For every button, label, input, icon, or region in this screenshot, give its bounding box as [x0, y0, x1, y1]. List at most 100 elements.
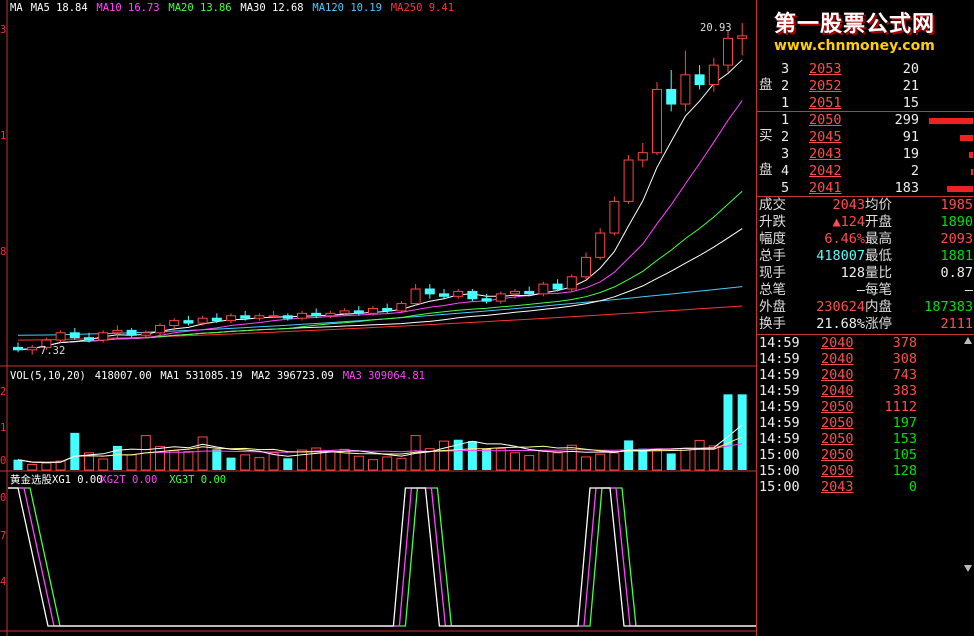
- candle: [623, 155, 634, 204]
- candle-body: [240, 315, 251, 319]
- scroll-down-arrow[interactable]: [964, 565, 972, 572]
- bid-level: 3: [781, 146, 790, 162]
- candle-body: [69, 332, 80, 339]
- candle-body: [126, 329, 137, 336]
- candle: [737, 23, 748, 56]
- candle-body: [453, 290, 464, 297]
- stat-label: 内盘: [865, 299, 892, 315]
- tick-row: 15:00 2043 0: [757, 479, 974, 496]
- tick-row: 14:59 2040 383: [757, 383, 974, 400]
- candle: [680, 50, 691, 112]
- stat-value: 2093: [940, 231, 973, 247]
- stat-label: 换手: [759, 316, 786, 332]
- candle-body: [637, 152, 648, 161]
- tick-time: 14:59: [759, 367, 800, 383]
- tick-volume: 383: [892, 383, 917, 399]
- candle: [439, 288, 449, 299]
- volume-bar: [155, 446, 165, 471]
- ma10-line: [17, 100, 743, 351]
- tick-time: 14:59: [759, 431, 800, 447]
- scroll-up-arrow[interactable]: [964, 337, 972, 344]
- volume-axis-label: 2: [0, 386, 7, 398]
- tick-price: 2050: [821, 447, 854, 463]
- candle: [723, 31, 733, 73]
- candle-body: [510, 290, 520, 295]
- ask-level: 1: [781, 95, 790, 111]
- candle-body: [183, 320, 194, 324]
- volume-bar: [552, 452, 563, 471]
- volume-bar: [70, 432, 80, 470]
- tick-row: 14:59 2050 197: [757, 415, 974, 432]
- volume-bar: [226, 457, 236, 470]
- indicator-axis-label: 0: [0, 492, 7, 504]
- tick-scrollbar[interactable]: [964, 337, 972, 577]
- volume-bar: [112, 445, 122, 470]
- candle-body: [552, 283, 563, 290]
- tick-row: 15:00 2050 105: [757, 447, 974, 464]
- stat-row: 换手 21.68% 涨停 2111: [757, 316, 974, 333]
- candle-body: [226, 315, 236, 322]
- volume-bar: [524, 455, 535, 471]
- chart-canvas[interactable]: [0, 0, 756, 636]
- ma5-line: [17, 59, 743, 351]
- price-legend-item: MA: [10, 2, 23, 14]
- bid-volume: 299: [894, 112, 919, 128]
- ask-level: 3: [781, 61, 790, 77]
- tick-volume: 1112: [884, 399, 917, 415]
- tick-row: 14:59 2040 308: [757, 351, 974, 368]
- stat-value: 6.46%: [824, 231, 865, 247]
- tick-time: 15:00: [759, 479, 800, 495]
- stat-value: 187383: [924, 299, 973, 315]
- bid-volume-bar: [929, 118, 973, 124]
- volume-bar: [638, 448, 648, 470]
- tick-price: 2040: [821, 367, 854, 383]
- candle-body: [84, 337, 94, 341]
- tick-price: 2040: [821, 335, 854, 351]
- volume-bar: [126, 454, 137, 471]
- volume-legend-item: 418007.00: [94, 370, 152, 382]
- tick-time: 14:59: [759, 399, 800, 415]
- indicator-legend-item: XG3T 0.00: [169, 474, 227, 486]
- candle-body: [439, 293, 449, 297]
- bid-row: 3 2043 19: [757, 146, 974, 163]
- tick-time: 14:59: [759, 335, 800, 351]
- volume-bar: [197, 436, 208, 471]
- bid-side-label: 盘: [757, 162, 974, 179]
- tick-time: 14:59: [759, 415, 800, 431]
- volume-bar: [581, 456, 591, 471]
- candle-body: [652, 88, 662, 154]
- tick-time: 15:00: [759, 463, 800, 479]
- volume-legend-item: MA2 396723.09: [251, 370, 334, 382]
- stat-row: 成交 2043 均价 1985: [757, 197, 974, 214]
- volume-bar: [41, 462, 52, 471]
- candle: [410, 284, 421, 307]
- volume-bar: [396, 457, 407, 471]
- stat-value: —: [856, 282, 865, 298]
- stat-value: 0.87: [940, 265, 973, 281]
- candle-body: [737, 35, 748, 39]
- tick-price: 2050: [821, 463, 854, 479]
- candle-body: [98, 332, 109, 341]
- stat-value: 1890: [940, 214, 973, 230]
- candle: [27, 344, 38, 355]
- stat-value: ▲124: [832, 214, 865, 230]
- xg3t-line: [8, 487, 756, 627]
- volume-legend-item: MA1 531085.19: [160, 370, 243, 382]
- volume-bar: [212, 449, 222, 470]
- tick-price: 2050: [821, 399, 854, 415]
- stat-label: 升跌: [759, 214, 786, 230]
- stat-label: 现手: [759, 265, 786, 281]
- volume-bar: [694, 439, 705, 471]
- volume-axis-label: 0: [0, 455, 7, 467]
- candle-body: [268, 315, 279, 318]
- bid-side-label-text: 盘: [759, 162, 773, 178]
- candle-body: [211, 317, 222, 322]
- candle-body: [595, 232, 606, 258]
- volume-bar: [510, 452, 520, 471]
- chart-area[interactable]: MA MA5 18.84 MA10 16.73 MA20 13.86 MA30 12.6…: [0, 0, 756, 636]
- indicator-legend-item: XG2T 0.00: [100, 474, 158, 486]
- candle-body: [723, 37, 733, 66]
- candle: [268, 310, 279, 319]
- ma120-line: [17, 286, 743, 336]
- tick-time: 15:00: [759, 447, 800, 463]
